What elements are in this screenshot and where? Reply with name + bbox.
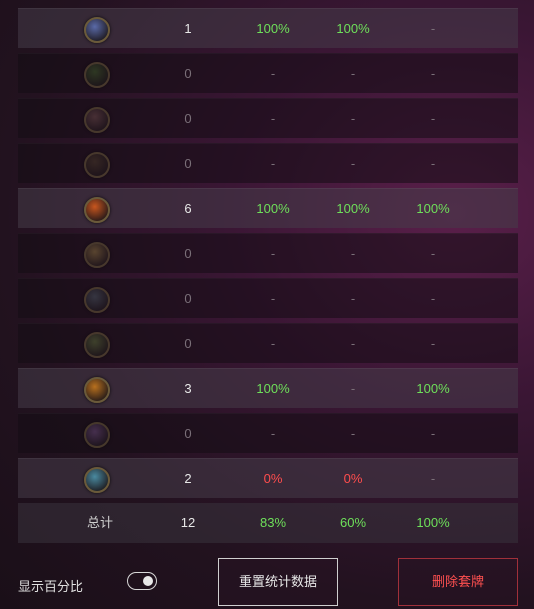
table-row: 0 - - - [18,278,518,318]
table-row: 3 100% - 100% [18,368,518,408]
show-percent-label: 显示百分比 [18,579,84,594]
percent-2: - [350,336,356,351]
class-icon-cell [76,459,118,499]
game-count: 0 [184,66,192,81]
table-row: 0 - - - [18,233,518,273]
game-count: 1 [184,21,192,36]
table-row: 0 - - - [18,53,518,93]
percent-3: - [430,111,436,126]
percent-1: 100% [256,381,290,396]
hunter-icon [84,61,110,88]
percent-1: 100% [256,201,290,216]
percent-1: - [270,336,276,351]
class-icon-cell [76,9,118,49]
percent-2: - [350,156,356,171]
game-count: 0 [184,336,192,351]
percent-1: - [270,291,276,306]
table-row: 2 0% 0% - [18,458,518,498]
percent-2: 100% [336,201,370,216]
game-count: 3 [184,381,192,396]
table-row: 0 - - - [18,323,518,363]
percent-3: - [430,21,436,36]
percent-2: - [350,66,356,81]
fire-icon [84,196,110,223]
percent-3: - [430,156,436,171]
total-count: 12 [180,515,196,530]
total-label: 总计 [86,515,113,530]
game-count: 0 [184,156,192,171]
class-icon-cell [76,324,118,364]
table-row: 6 100% 100% 100% [18,188,518,228]
game-count: 2 [184,471,192,486]
total-percent-2: 60% [339,515,367,530]
percent-3: - [430,291,436,306]
class-icon-cell [76,234,118,274]
table-row: 0 - - - [18,98,518,138]
percent-3: 100% [416,201,450,216]
class-icon-cell [76,144,118,184]
class-icon-cell [76,279,118,319]
total-row: 总计 12 83% 60% 100% [18,503,518,543]
table-row: 0 - - - [18,413,518,453]
sword-icon [84,286,110,313]
blade-icon [84,466,110,493]
percent-1: - [270,66,276,81]
game-count: 0 [184,426,192,441]
total-percent-3: 100% [416,515,450,530]
percent-1: 0% [263,471,283,486]
percent-1: - [270,156,276,171]
percent-2: 100% [336,21,370,36]
percent-3: - [430,426,436,441]
nature-icon [84,331,110,358]
class-icon-cell [76,99,118,139]
class-icon-cell [76,369,118,409]
percent-2: - [350,246,356,261]
percent-3: - [430,471,436,486]
class-icon-cell [76,54,118,94]
show-percent-toggle[interactable] [127,572,157,590]
percent-2: 0% [343,471,363,486]
holy-icon [84,241,110,268]
game-count: 0 [184,291,192,306]
table-row: 1 100% 100% - [18,8,518,48]
percent-2: - [350,111,356,126]
percent-3: 100% [416,381,450,396]
percent-2: - [350,426,356,441]
percent-2: - [350,291,356,306]
table-row: 0 - - - [18,143,518,183]
game-count: 0 [184,111,192,126]
total-percent-1: 83% [259,515,287,530]
percent-3: - [430,246,436,261]
percent-3: - [430,66,436,81]
percent-1: - [270,111,276,126]
class-icon-cell [76,414,118,454]
game-count: 0 [184,246,192,261]
game-count: 6 [184,201,192,216]
percent-1: - [270,246,276,261]
warrior-icon [84,376,110,403]
class-icon-cell [76,189,118,229]
delete-deck-button[interactable]: 删除套牌 [398,558,518,606]
percent-2: - [350,381,356,396]
percent-1: 100% [256,21,290,36]
compass-icon [84,16,110,43]
rogue-icon [84,151,110,178]
reset-stats-button[interactable]: 重置统计数据 [218,558,338,606]
toggle-knob [143,576,153,586]
beast-icon [84,106,110,133]
percent-1: - [270,426,276,441]
percent-3: - [430,336,436,351]
shadow-icon [84,421,110,448]
